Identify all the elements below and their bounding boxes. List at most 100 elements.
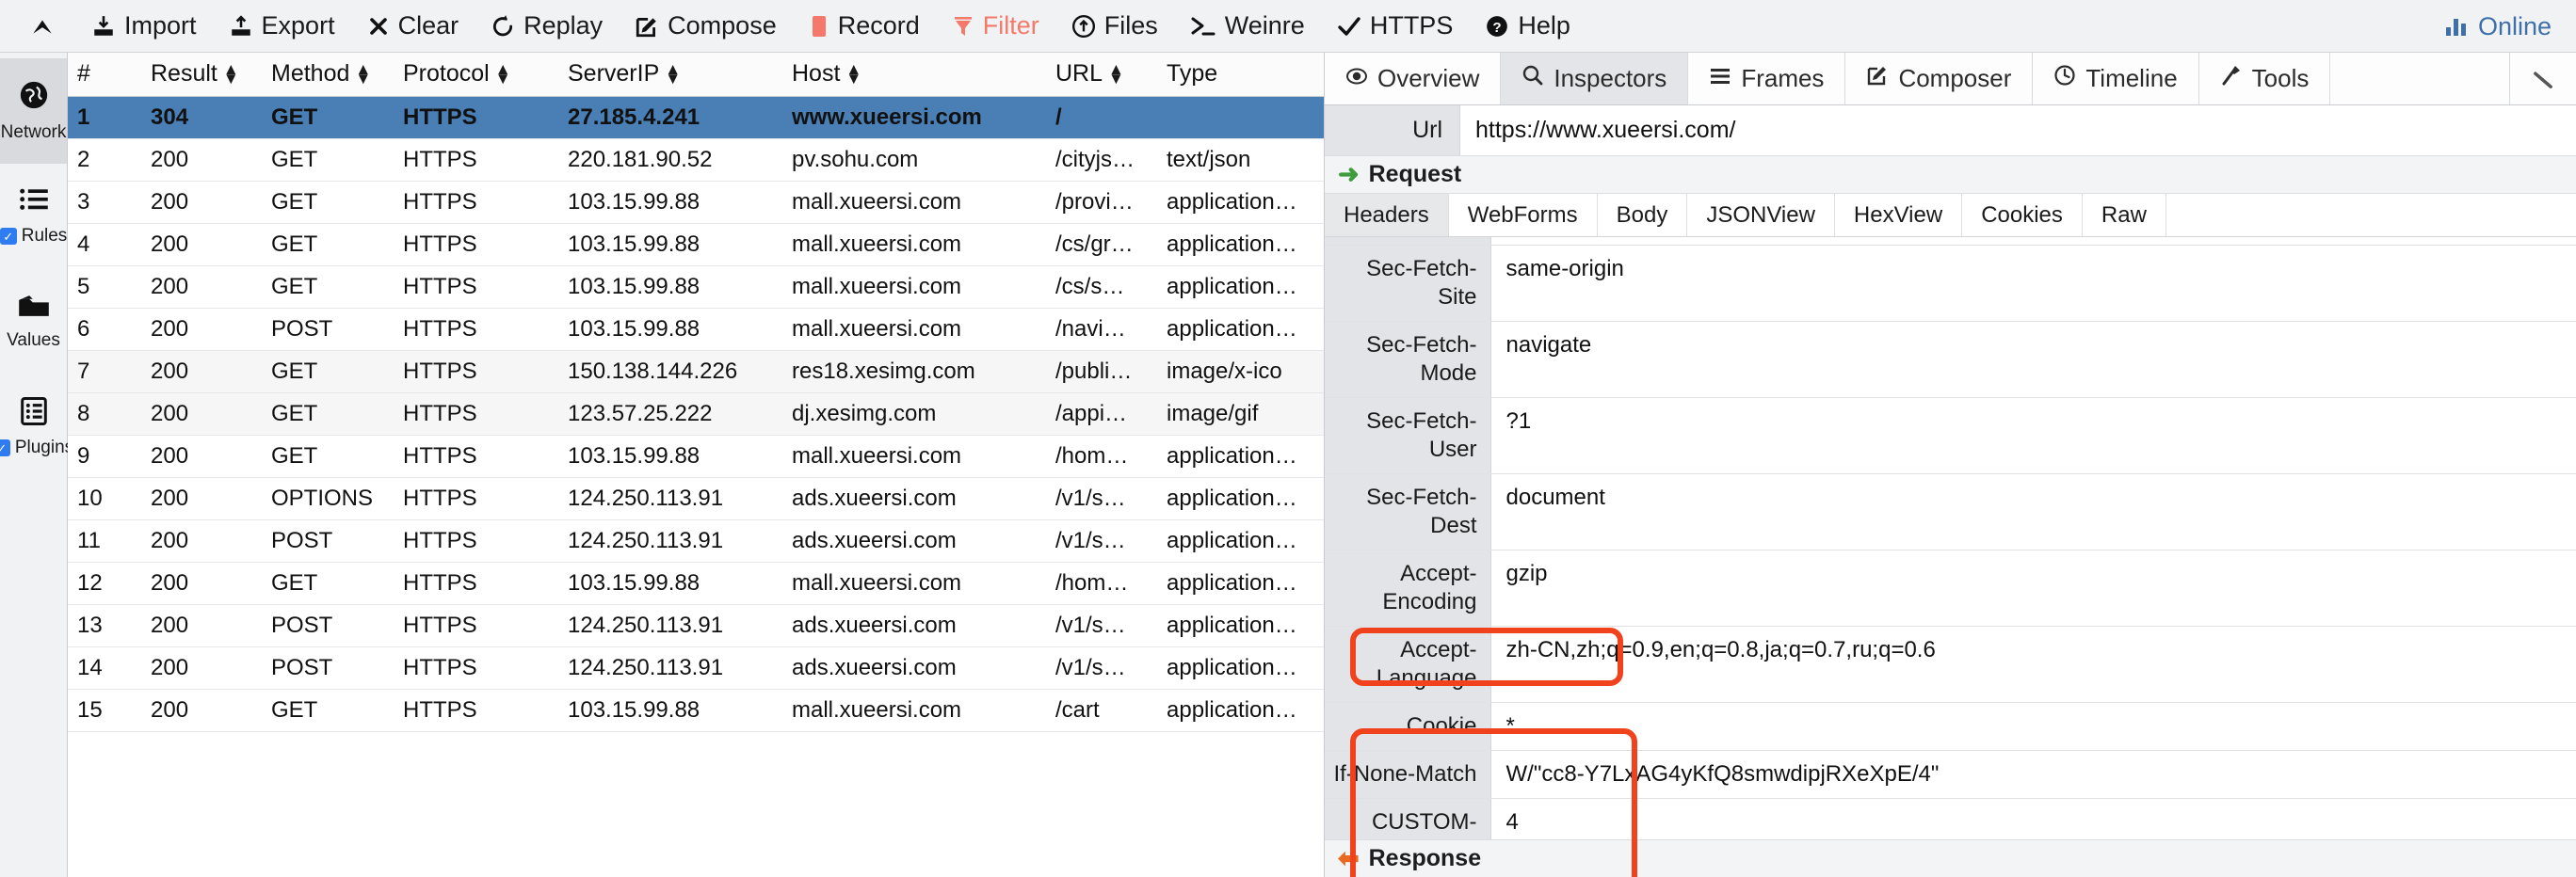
help-button[interactable]: ? Help: [1469, 0, 1586, 53]
subtab-body[interactable]: Body: [1598, 194, 1688, 236]
header-value[interactable]: same-origin: [1490, 245, 2576, 322]
table-row[interactable]: 6 200 POST HTTPS 103.15.99.88 mall.xueersi.co…: [68, 308, 1324, 351]
header-value[interactable]: gzip: [1490, 550, 2576, 627]
main-toolbar: Import Export Clear Replay Compose Recor…: [0, 0, 2576, 53]
response-section-header[interactable]: ⬅ Response: [1325, 839, 2576, 877]
header-value[interactable]: ?1: [1490, 397, 2576, 474]
header-key: Accept-Language: [1325, 626, 1491, 703]
header-value[interactable]: document: [1490, 473, 2576, 550]
table-row[interactable]: 7 200 GET HTTPS 150.138.144.226 res18.xesimg.…: [68, 350, 1324, 393]
subtab-cookies[interactable]: Cookies: [1962, 194, 2083, 236]
sort-icon-host[interactable]: ▲ ▼: [845, 62, 861, 87]
subtab-webforms[interactable]: WebForms: [1449, 194, 1598, 236]
request-section-header[interactable]: ➜ Request: [1325, 156, 2576, 194]
tab-tools[interactable]: Tools: [2199, 53, 2331, 104]
sort-icon-result[interactable]: ▲ ▼: [223, 62, 239, 87]
online-status[interactable]: Online: [2444, 0, 2552, 53]
table-row[interactable]: 15 200 GET HTTPS 103.15.99.88 mall.xueersi.co…: [68, 689, 1324, 732]
cell-protocol: HTTPS: [394, 562, 558, 605]
subtab-jsonview[interactable]: JSONView: [1687, 194, 1835, 236]
import-button[interactable]: Import: [75, 0, 213, 53]
files-button[interactable]: Files: [1055, 0, 1174, 53]
chevron-down-icon[interactable]: [2510, 53, 2576, 104]
col-header-method[interactable]: Method ▲ ▼: [262, 53, 394, 97]
table-row[interactable]: 3 200 GET HTTPS 103.15.99.88 mall.xueersi.com…: [68, 181, 1324, 224]
sort-icon-url[interactable]: ▲ ▼: [1108, 62, 1124, 87]
clock-icon: [2053, 64, 2076, 93]
request-sub-tab-bar: Headers WebForms Body JSONView HexView C…: [1325, 194, 2576, 237]
col-header-type[interactable]: Type: [1157, 53, 1324, 97]
record-button[interactable]: Record: [793, 0, 936, 53]
table-row[interactable]: 9 200 GET HTTPS 103.15.99.88 mall.xueersi.com…: [68, 435, 1324, 478]
tab-inspectors[interactable]: Inspectors: [1501, 53, 1689, 104]
compose-button[interactable]: Compose: [619, 0, 793, 53]
collapse-toolbar-button[interactable]: [23, 0, 75, 53]
header-row[interactable]: CUSTOM-APP-CODE4: [1325, 798, 2576, 839]
sidebar-item-network[interactable]: Network: [0, 58, 67, 164]
sort-icon-serverip[interactable]: ▲ ▼: [665, 62, 681, 87]
col-header-num[interactable]: #: [68, 53, 141, 97]
sidebar-item-plugins[interactable]: ✓ Plugins: [0, 375, 73, 480]
sort-icon-method[interactable]: ▲ ▼: [355, 62, 371, 87]
header-key: Sec-Fetch-Dest: [1325, 473, 1491, 550]
cell-protocol: HTTPS: [394, 646, 558, 690]
header-row[interactable]: Sec-Fetch-Dest document: [1325, 473, 2576, 550]
table-row[interactable]: 4 200 GET HTTPS 103.15.99.88 mall.xueersi.com…: [68, 223, 1324, 266]
https-label: HTTPS: [1369, 11, 1454, 40]
tab-composer[interactable]: Composer: [1845, 53, 2034, 104]
table-row[interactable]: 14 200 POST HTTPS 124.250.113.91 ads.xueersi.…: [68, 646, 1324, 690]
table-row[interactable]: 8 200 GET HTTPS 123.57.25.222 dj.xesimg.com/a…: [68, 392, 1324, 436]
header-value[interactable]: W/"cc8-Y7LxAG4yKfQ8smwdipjRXeXpE/4": [1490, 750, 2576, 799]
table-row[interactable]: 12 200 GET HTTPS 103.15.99.88 mall.xueersi.co…: [68, 562, 1324, 605]
compose-icon: [1866, 64, 1889, 93]
sidebar-item-rules[interactable]: ✓ Rules: [0, 164, 67, 269]
header-row[interactable]: Sec-Fetch-User ?1: [1325, 397, 2576, 474]
header-row[interactable]: If-None-Match W/"cc8-Y7LxAG4yKfQ8smwdipjR…: [1325, 750, 2576, 799]
header-value[interactable]: navigate: [1490, 321, 2576, 398]
weinre-button[interactable]: Weinre: [1174, 0, 1321, 53]
plugins-checkbox[interactable]: ✓: [0, 439, 10, 456]
col-header-serverip[interactable]: ServerIP ▲ ▼: [558, 53, 782, 97]
cell-result: 200: [141, 265, 262, 309]
sort-icon-protocol[interactable]: ▲ ▼: [495, 62, 511, 87]
tab-overview[interactable]: Overview: [1325, 53, 1502, 104]
header-row[interactable]: Cookie *: [1325, 702, 2576, 751]
subtab-raw[interactable]: Raw: [2083, 194, 2166, 236]
table-row[interactable]: 2 200 GET HTTPS 220.181.90.52 pv.sohu.com/cit…: [68, 138, 1324, 182]
header-row[interactable]: Sec-Fetch-Mode navigate: [1325, 321, 2576, 398]
tab-timeline[interactable]: Timeline: [2033, 53, 2199, 104]
replay-refresh-icon: [491, 14, 515, 39]
col-header-protocol[interactable]: Protocol ▲ ▼: [394, 53, 558, 97]
subtab-hexview[interactable]: HexView: [1835, 194, 1963, 236]
table-row[interactable]: 10 200 OPTIONS HTTPS 124.250.113.91 ads.xueer…: [68, 477, 1324, 520]
cell-method: GET: [262, 265, 394, 309]
subtab-headers[interactable]: Headers: [1325, 194, 1449, 236]
url-value[interactable]: https://www.xueersi.com/: [1460, 105, 2576, 155]
rules-checkbox[interactable]: ✓: [0, 228, 17, 245]
col-header-result[interactable]: Result ▲ ▼: [141, 53, 262, 97]
table-row[interactable]: 1 304 GET HTTPS 27.185.4.241 www.xueersi.com /: [68, 96, 1324, 139]
export-button[interactable]: Export: [213, 0, 351, 53]
table-row[interactable]: 13 200 POST HTTPS 124.250.113.91 ads.xueersi.…: [68, 604, 1324, 647]
sidebar-item-values[interactable]: Values: [0, 269, 67, 375]
header-value[interactable]: zh-CN,zh;q=0.9,en;q=0.8,ja;q=0.7,ru;q=0.…: [1490, 626, 2576, 703]
col-header-url[interactable]: URL ▲ ▼: [1046, 53, 1157, 97]
https-button[interactable]: HTTPS: [1321, 0, 1470, 53]
cell-protocol: HTTPS: [394, 265, 558, 309]
filter-button[interactable]: Filter: [936, 0, 1055, 53]
col-header-host[interactable]: Host ▲ ▼: [782, 53, 1046, 97]
cell-serverip: 103.15.99.88: [558, 223, 782, 266]
header-value[interactable]: 4: [1490, 798, 2576, 839]
header-value[interactable]: *: [1490, 702, 2576, 751]
header-row[interactable]: Sec-Fetch-Site same-origin: [1325, 245, 2576, 322]
tab-frames[interactable]: Frames: [1688, 53, 1846, 104]
main-body: Network ✓ Rules Values ✓ Plugins # Resul…: [0, 53, 2576, 877]
table-row[interactable]: 5 200 GET HTTPS 103.15.99.88 mall.xueersi.com…: [68, 265, 1324, 309]
header-row[interactable]: Accept-Encoding gzip: [1325, 550, 2576, 627]
header-key: If-None-Match: [1325, 750, 1491, 799]
table-row[interactable]: 11 200 POST HTTPS 124.250.113.91 ads.xueersi.…: [68, 519, 1324, 563]
clear-button[interactable]: Clear: [351, 0, 475, 53]
header-row[interactable]: Accept-Language zh-CN,zh;q=0.9,en;q=0.8,j…: [1325, 626, 2576, 703]
replay-button[interactable]: Replay: [475, 0, 619, 53]
request-headers-scroll[interactable]: Sec-Fetch-Site same-origin Sec-Fetch-Mode n…: [1325, 237, 2576, 839]
